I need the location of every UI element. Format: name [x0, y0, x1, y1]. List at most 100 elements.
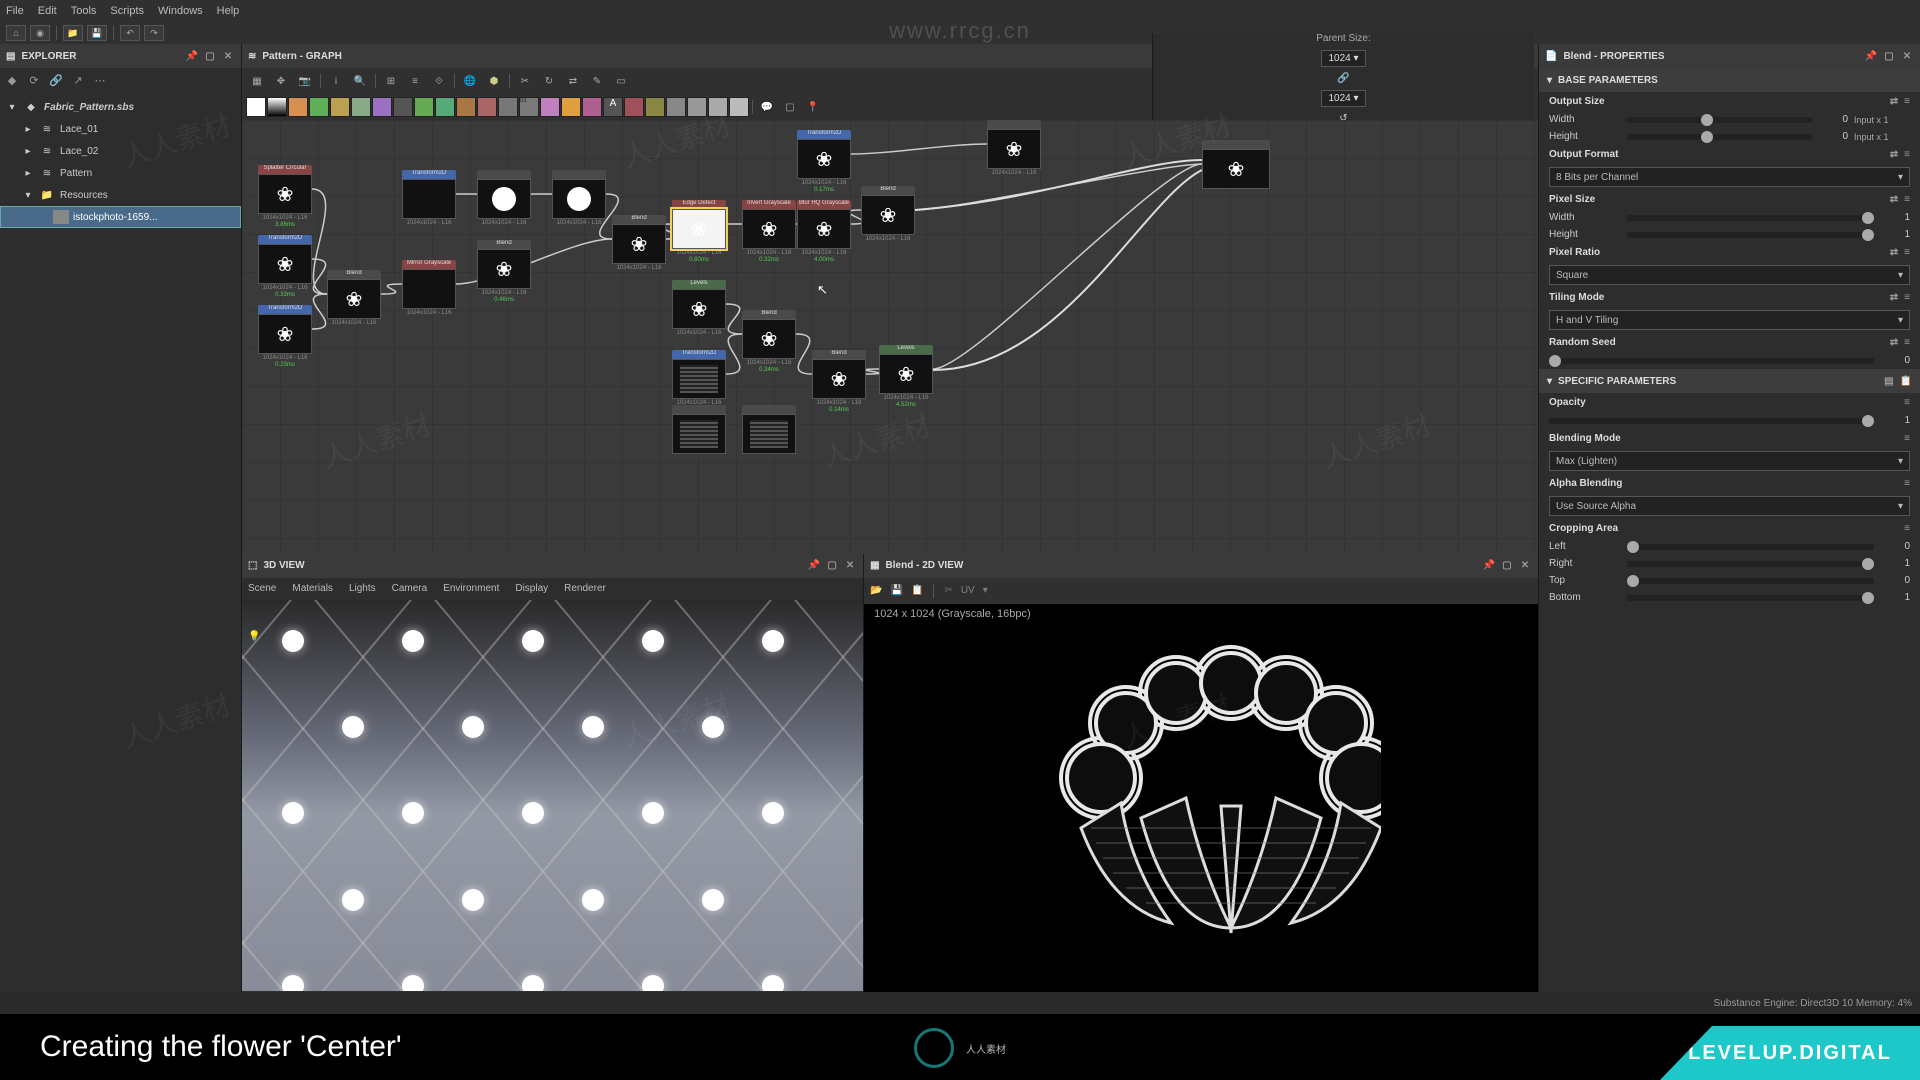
save-icon[interactable]: 💾 — [87, 25, 107, 41]
palette-swatch[interactable] — [561, 97, 581, 117]
menu-icon[interactable]: ≡ — [1904, 433, 1910, 444]
maximize-icon[interactable]: ▢ — [825, 559, 839, 573]
move-icon[interactable]: ✥ — [270, 71, 292, 91]
refresh-icon[interactable]: ⟳ — [26, 72, 42, 88]
palette-swatch[interactable] — [708, 97, 728, 117]
graph-node[interactable]: 1024x1024 - L16 — [477, 170, 531, 227]
maximize-icon[interactable]: ▢ — [1500, 559, 1514, 573]
graph-node[interactable]: ❀1024x1024 - L16 — [987, 120, 1041, 177]
pin-icon[interactable]: 📌 — [185, 49, 199, 63]
palette-swatch[interactable] — [624, 97, 644, 117]
expose-icon[interactable]: ▤ — [1884, 376, 1893, 387]
graph-node[interactable] — [672, 405, 726, 454]
graph-node[interactable]: Blend❀1024x1024 - L16 — [861, 186, 915, 243]
flip-icon[interactable]: ⇄ — [562, 71, 584, 91]
palette-swatch[interactable] — [456, 97, 476, 117]
undo-icon[interactable]: ↶ — [120, 25, 140, 41]
palette-swatch[interactable] — [435, 97, 455, 117]
alpha-blending-select[interactable]: Use Source Alpha▾ — [1549, 496, 1910, 516]
graph-node[interactable]: Blend❀1024x1024 - L16 — [327, 270, 381, 327]
palette-swatch[interactable] — [645, 97, 665, 117]
tree-item-lace02[interactable]: ▸≋ Lace_02 — [0, 140, 241, 162]
section-specific-parameters[interactable]: ▾SPECIFIC PARAMETERS ▤📋 — [1539, 369, 1920, 393]
palette-swatch[interactable] — [351, 97, 371, 117]
menu-icon[interactable]: ≡ — [1904, 194, 1910, 205]
graph-node[interactable]: Blend❀1024x1024 - L16 — [612, 215, 666, 272]
graph-node[interactable]: Transform2D1024x1024 - L160.11ms — [672, 350, 726, 413]
project-root[interactable]: ▾◆ Fabric_Pattern.sbs — [0, 96, 241, 118]
graph-node[interactable]: Blend❀1024x1024 - L160.46ms — [477, 240, 531, 303]
inherit-icon[interactable]: ⇄ — [1890, 96, 1898, 107]
menu-icon[interactable]: ≡ — [1904, 292, 1910, 303]
view2d-viewport[interactable]: 1024 x 1024 (Grayscale, 16bpc) — [864, 604, 1538, 993]
palette-swatch[interactable] — [498, 97, 518, 117]
close-icon[interactable]: ✕ — [843, 559, 857, 573]
graph-node[interactable]: Levels❀1024x1024 - L164.52ms — [879, 345, 933, 408]
pin-icon[interactable]: 📌 — [807, 559, 821, 573]
tree-item-resource-image[interactable]: istockphoto-1659... — [0, 206, 241, 228]
tree-item-pattern[interactable]: ▸≋ Pattern — [0, 162, 241, 184]
menu-icon[interactable]: ≡ — [1904, 337, 1910, 348]
menu-scripts[interactable]: Scripts — [110, 5, 144, 17]
maximize-icon[interactable]: ▢ — [1882, 49, 1896, 63]
graph-node[interactable]: Transform2D❀1024x1024 - L160.33ms — [258, 235, 312, 298]
redo-icon[interactable]: ↷ — [144, 25, 164, 41]
zoom-icon[interactable]: 🔍 — [349, 71, 371, 91]
select-icon[interactable]: ▭ — [610, 71, 632, 91]
graph-node[interactable] — [742, 405, 796, 454]
pin-icon[interactable]: 📌 — [1482, 559, 1496, 573]
inherit-icon[interactable]: ⇄ — [1890, 292, 1898, 303]
palette-swatch[interactable] — [687, 97, 707, 117]
palette-swatch[interactable] — [666, 97, 686, 117]
graph-node[interactable]: Transform2D1024x1024 - L16 — [402, 170, 456, 227]
px-height-slider[interactable] — [1627, 232, 1874, 238]
home-icon[interactable]: ⌂ — [6, 25, 26, 41]
px-width-slider[interactable] — [1627, 215, 1874, 221]
graph-node[interactable]: Blend❀1024x1024 - L160.34ms — [742, 310, 796, 373]
palette-swatch[interactable]: 01 — [519, 97, 539, 117]
menu-windows[interactable]: Windows — [158, 5, 203, 17]
blending-mode-select[interactable]: Max (Lighten)▾ — [1549, 451, 1910, 471]
info-icon[interactable]: i — [325, 71, 347, 91]
open-icon[interactable]: 📂 — [870, 585, 882, 596]
graph-node[interactable]: Splatter Circular❀1024x1024 - L163.86ms — [258, 165, 312, 228]
palette-swatch[interactable] — [729, 97, 749, 117]
rotate-icon[interactable]: ↻ — [538, 71, 560, 91]
link-icon[interactable]: 🔗 — [48, 72, 64, 88]
palette-swatch[interactable] — [330, 97, 350, 117]
width-slider[interactable] — [1627, 117, 1812, 123]
section-base-parameters[interactable]: ▾BASE PARAMETERS — [1539, 68, 1920, 92]
close-icon[interactable]: ✕ — [1518, 559, 1532, 573]
graph-node[interactable]: Edge Detect❀1024x1024 - L160.80ms — [672, 200, 726, 263]
crop-bottom-slider[interactable] — [1627, 595, 1874, 601]
uv-label[interactable]: UV — [961, 585, 975, 596]
palette-swatch[interactable] — [372, 97, 392, 117]
menu-renderer[interactable]: Renderer — [564, 583, 606, 594]
palette-swatch[interactable] — [288, 97, 308, 117]
frame-all-icon[interactable]: ▦ — [246, 71, 268, 91]
inherit-icon[interactable]: ⇄ — [1890, 194, 1898, 205]
pin-icon[interactable]: 📌 — [1864, 49, 1878, 63]
palette-swatch[interactable]: A — [603, 97, 623, 117]
palette-swatch[interactable] — [477, 97, 497, 117]
pixel-ratio-select[interactable]: Square▾ — [1549, 265, 1910, 285]
child-size-value[interactable]: 1024 ▾ — [1321, 90, 1365, 107]
pin-node-icon[interactable]: 📍 — [802, 97, 824, 117]
palette-swatch[interactable] — [246, 97, 266, 117]
comment-icon[interactable]: 💬 — [756, 97, 778, 117]
export-icon[interactable]: ↗ — [70, 72, 86, 88]
palette-swatch[interactable] — [414, 97, 434, 117]
graph-node[interactable]: Levels❀1024x1024 - L16 — [672, 280, 726, 337]
crop-left-slider[interactable] — [1627, 544, 1874, 550]
menu-help[interactable]: Help — [217, 5, 240, 17]
new-substance-icon[interactable]: ◆ — [4, 72, 20, 88]
menu-materials[interactable]: Materials — [292, 583, 333, 594]
menu-icon[interactable]: ≡ — [1904, 523, 1910, 534]
align-icon[interactable]: ≡ — [404, 71, 426, 91]
menu-tools[interactable]: Tools — [71, 5, 97, 17]
opacity-slider[interactable] — [1549, 418, 1874, 424]
globe-icon[interactable]: ◉ — [30, 25, 50, 41]
chevron-down-icon[interactable]: ▾ — [983, 585, 988, 596]
snap-icon[interactable]: ⊞ — [380, 71, 402, 91]
menu-icon[interactable]: ≡ — [1904, 478, 1910, 489]
